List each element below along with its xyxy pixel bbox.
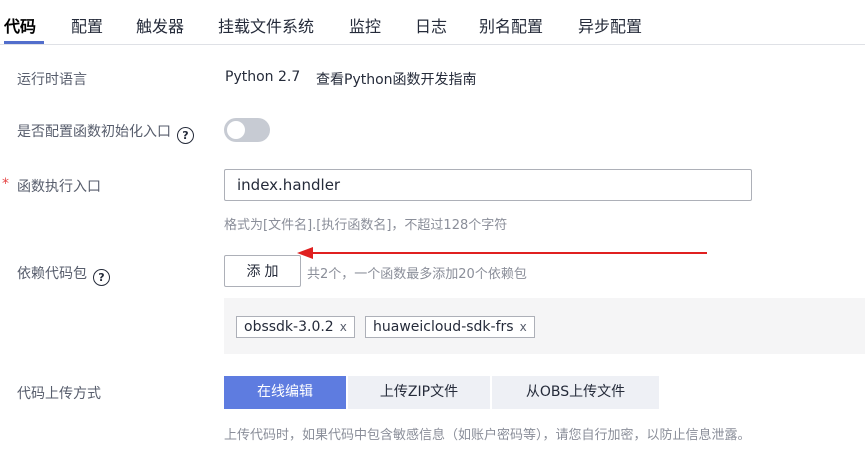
init-entry-label-text: 是否配置函数初始化入口 — [17, 124, 171, 140]
toggle-knob — [227, 121, 245, 139]
upload-from-obs-option[interactable]: 从OBS上传文件 — [492, 376, 659, 409]
required-mark: * — [2, 176, 9, 192]
dependencies-list: obssdk-3.0.2 x huaweicloud-sdk-frs x — [224, 298, 865, 354]
dependency-name: huaweicloud-sdk-frs — [373, 319, 514, 335]
tab-monitoring[interactable]: 监控 — [349, 13, 381, 37]
dependency-name: obssdk-3.0.2 — [244, 319, 334, 335]
help-icon[interactable]: ? — [93, 269, 110, 286]
runtime-label: 运行时语言 — [17, 72, 87, 88]
tab-alias-config[interactable]: 别名配置 — [479, 13, 543, 37]
upload-method-label: 代码上传方式 — [17, 386, 101, 402]
tab-bar: 代码 配置 触发器 挂载文件系统 监控 日志 别名配置 异步配置 — [0, 0, 865, 45]
init-entry-label: 是否配置函数初始化入口? — [17, 121, 194, 144]
runtime-value: Python 2.7 — [225, 69, 301, 85]
active-tab-indicator — [4, 41, 44, 44]
dependency-tag: huaweicloud-sdk-frs x — [365, 316, 535, 338]
tab-async-config[interactable]: 异步配置 — [578, 13, 642, 37]
dependency-tag: obssdk-3.0.2 x — [236, 316, 355, 338]
upload-hint: 上传代码时，如果代码中包含敏感信息（如账户密码等），请您自行加密，以防止信息泄露… — [224, 428, 751, 443]
tab-triggers[interactable]: 触发器 — [136, 13, 184, 37]
remove-dependency-icon[interactable]: x — [340, 320, 347, 334]
remove-dependency-icon[interactable]: x — [520, 320, 527, 334]
annotation-arrow — [297, 247, 707, 259]
init-entry-toggle[interactable] — [224, 118, 270, 142]
tab-config[interactable]: 配置 — [71, 13, 103, 37]
python-dev-guide-link[interactable]: 查看Python函数开发指南 — [316, 69, 477, 89]
dependencies-label: 依赖代码包? — [17, 263, 110, 286]
tab-mount-filesystem[interactable]: 挂载文件系统 — [218, 13, 314, 37]
tab-logs[interactable]: 日志 — [415, 13, 447, 37]
online-edit-option[interactable]: 在线编辑 — [224, 376, 346, 409]
add-dependency-button[interactable]: 添加 — [224, 255, 301, 287]
handler-hint: 格式为[文件名].[执行函数名]，不超过128个字符 — [224, 218, 508, 233]
dependencies-label-text: 依赖代码包 — [17, 266, 87, 282]
tab-code[interactable]: 代码 — [4, 13, 36, 37]
help-icon[interactable]: ? — [177, 127, 194, 144]
upload-zip-option[interactable]: 上传ZIP文件 — [348, 376, 490, 409]
handler-input[interactable] — [224, 169, 752, 201]
handler-label: 函数执行入口 — [17, 179, 101, 195]
